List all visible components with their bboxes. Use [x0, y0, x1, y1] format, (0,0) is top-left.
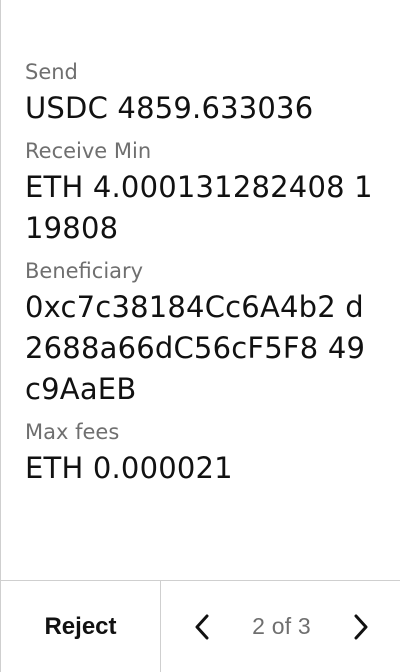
chevron-right-icon[interactable]: [350, 612, 372, 642]
receive-min-label: Receive Min: [25, 139, 152, 163]
send-value: USDC 4859.633036: [25, 91, 314, 125]
max-fees-label: Max fees: [25, 420, 120, 444]
action-footer: Reject 2 of 3: [1, 580, 400, 672]
beneficiary-label: Beneficiary: [25, 259, 144, 283]
transaction-review-screen: Send USDC 4859.633036 Receive Min ETH 4.…: [0, 0, 400, 672]
page-indicator: 2 of 3: [252, 613, 311, 639]
beneficiary-value: 0xc7c38184Cc6A4b2 d2688a66dC56cF5F8 49c9…: [25, 290, 366, 406]
send-label: Send: [25, 60, 78, 84]
reject-button[interactable]: Reject: [1, 581, 161, 672]
page-navigation: 2 of 3: [161, 581, 400, 672]
transaction-details: Send USDC 4859.633036 Receive Min ETH 4.…: [25, 58, 375, 497]
max-fees-value: ETH 0.000021: [25, 451, 233, 485]
receive-min-value: ETH 4.000131282408 119808: [25, 170, 373, 245]
chevron-left-icon[interactable]: [191, 612, 213, 642]
